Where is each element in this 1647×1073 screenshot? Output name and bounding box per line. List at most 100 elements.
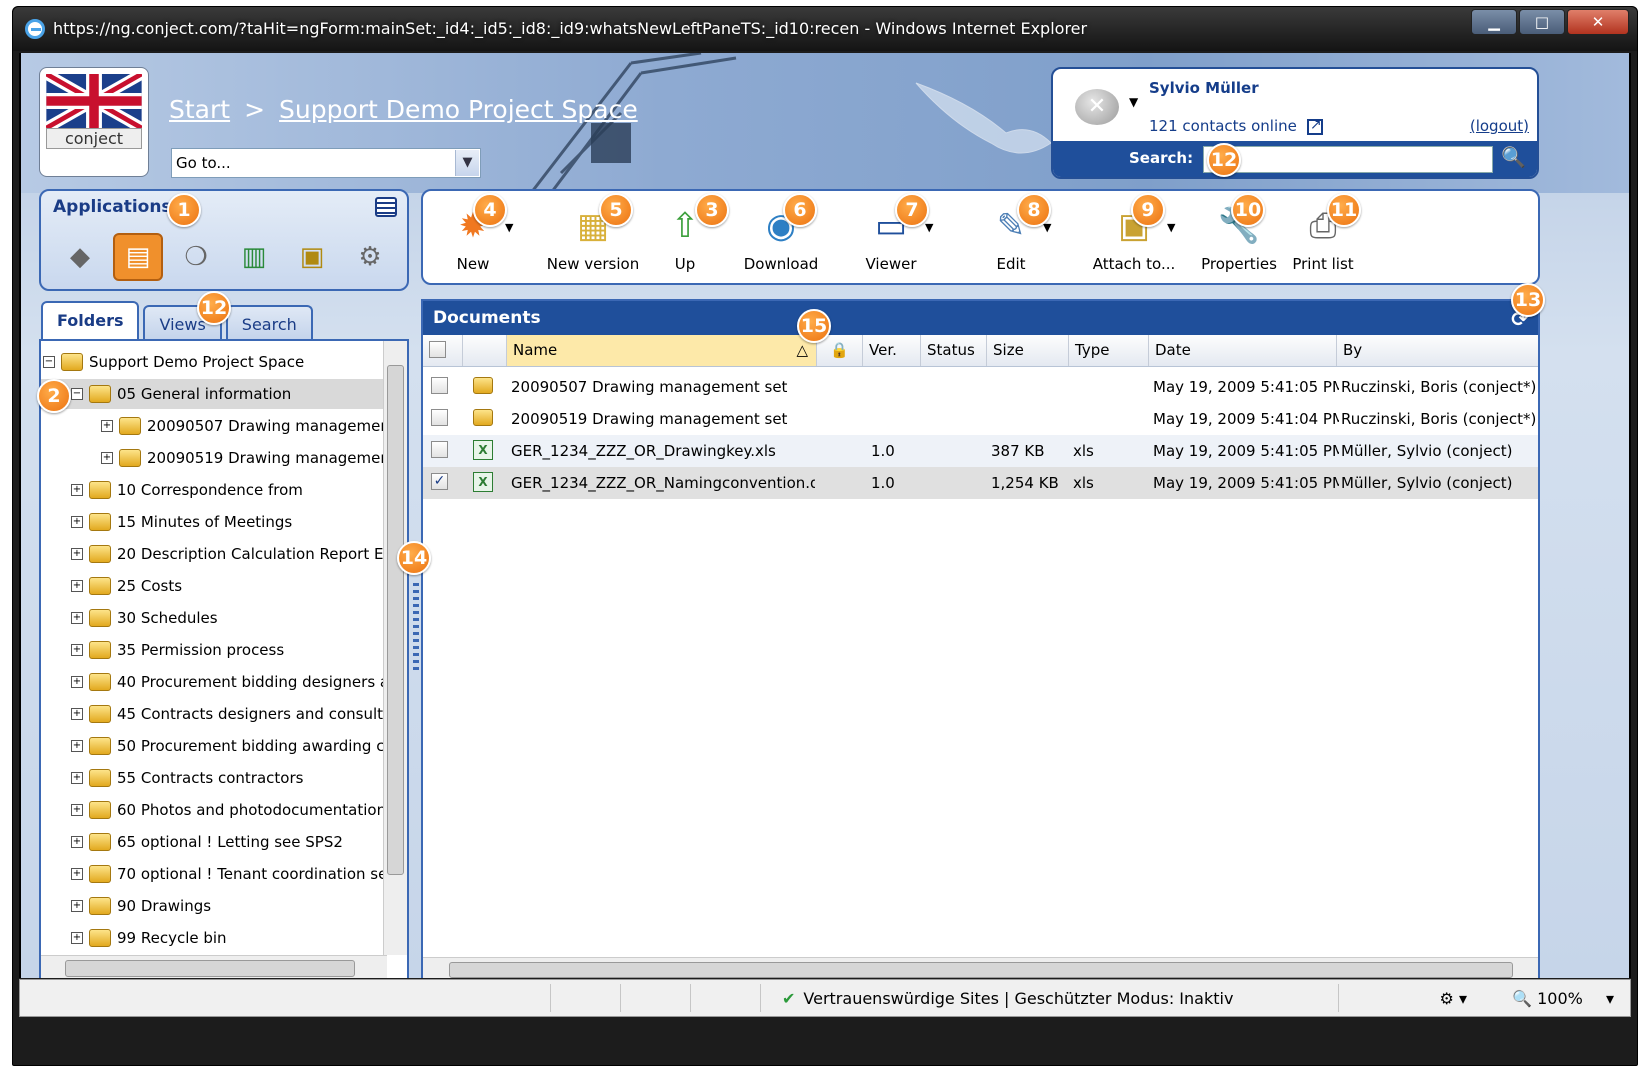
expand-icon[interactable]: + <box>71 900 83 912</box>
tree-item[interactable]: +20090519 Drawing management <box>101 443 385 473</box>
protected-mode-icon[interactable]: ⚙ ▾ <box>1440 989 1467 1008</box>
documents-horizontal-scrollbar[interactable] <box>423 957 1538 978</box>
search-icon[interactable]: 🔍 <box>1501 145 1526 169</box>
tree-item[interactable]: +45 Contracts designers and consulta <box>71 699 385 729</box>
badge-splitter: 14 <box>397 541 431 575</box>
frame-icon[interactable]: ▣ <box>287 233 337 281</box>
scroll-thumb[interactable] <box>387 365 404 875</box>
user-name[interactable]: Sylvio Müller <box>1149 79 1259 97</box>
tab-folders[interactable]: Folders <box>41 301 140 341</box>
doc-name[interactable]: GER_1234_ZZZ_OR_Drawingkey.xls <box>511 442 815 460</box>
conject-logo[interactable]: conject <box>39 67 149 177</box>
folder-icon <box>89 865 111 883</box>
tree-item-selected[interactable]: − 05 General information <box>41 379 383 409</box>
doc-name[interactable]: 20090507 Drawing management set <box>511 378 815 396</box>
table-row[interactable]: 20090507 Drawing management set May 19, … <box>423 371 1538 403</box>
chat-icon[interactable]: ❍ <box>171 233 221 281</box>
zoom-dropdown-icon[interactable]: ▾ <box>1606 989 1614 1008</box>
tree-item[interactable]: +99 Recycle bin <box>71 923 227 953</box>
menu-icon[interactable] <box>375 197 397 217</box>
tree-item[interactable]: +90 Drawings <box>71 891 211 921</box>
column-header-by[interactable]: By <box>1337 335 1542 366</box>
expand-icon[interactable]: + <box>71 580 83 592</box>
security-zone[interactable]: ✔ Vertrauenswürdige Sites | Geschützter M… <box>782 989 1233 1008</box>
doc-name[interactable]: 20090519 Drawing management set <box>511 410 815 428</box>
attach-caret-icon[interactable]: ▼ <box>1167 221 1175 234</box>
column-header-name[interactable]: Name △ <box>507 335 817 366</box>
goto-select[interactable]: Go to... ▼ <box>171 148 481 178</box>
column-header-ver[interactable]: Ver. <box>863 335 921 366</box>
properties-label: Properties <box>1201 255 1277 273</box>
expand-icon[interactable]: + <box>71 932 83 944</box>
tree-item[interactable]: +70 optional ! Tenant coordination se <box>71 859 385 889</box>
expand-icon[interactable]: + <box>71 516 83 528</box>
column-header-type[interactable]: Type <box>1069 335 1149 366</box>
row-checkbox[interactable] <box>431 377 448 394</box>
expand-icon[interactable]: + <box>71 868 83 880</box>
collapse-icon[interactable]: − <box>43 356 55 368</box>
table-row[interactable]: X GER_1234_ZZZ_OR_Drawingkey.xls 1.0 387… <box>423 435 1538 467</box>
breadcrumb-project[interactable]: Support Demo Project Space <box>279 95 638 124</box>
tree-horizontal-scrollbar[interactable] <box>41 955 387 978</box>
eraser-icon[interactable]: ◆ <box>55 233 105 281</box>
expand-icon[interactable]: + <box>71 484 83 496</box>
tree-item[interactable]: +50 Procurement bidding awarding cc <box>71 731 385 761</box>
table-row[interactable]: ✓ X GER_1234_ZZZ_OR_Namingconvention.doc… <box>423 467 1538 499</box>
status-caret-icon[interactable]: ▼ <box>1129 95 1138 109</box>
tree-item[interactable]: +60 Photos and photodocumentation <box>71 795 385 825</box>
panel-splitter[interactable] <box>413 583 419 673</box>
expand-icon[interactable]: + <box>101 420 113 432</box>
minimize-button[interactable]: ▁ <box>1471 9 1517 35</box>
viewer-caret-icon[interactable]: ▼ <box>925 221 933 234</box>
tree-item[interactable]: +10 Correspondence from <box>71 475 303 505</box>
tab-search[interactable]: Search <box>225 305 313 341</box>
contacts-online-link[interactable]: 121 contacts online <box>1149 117 1323 135</box>
tree-item[interactable]: +30 Schedules <box>71 603 218 633</box>
tree-item[interactable]: +55 Contracts contractors <box>71 763 303 793</box>
row-checkbox[interactable] <box>431 441 448 458</box>
scroll-thumb[interactable] <box>65 960 355 977</box>
tree-vertical-scrollbar[interactable] <box>383 341 407 955</box>
expand-icon[interactable]: + <box>71 804 83 816</box>
new-caret-icon[interactable]: ▼ <box>505 221 513 234</box>
table-row[interactable]: 20090519 Drawing management set May 19, … <box>423 403 1538 435</box>
tree-item-root[interactable]: − Support Demo Project Space <box>43 347 304 377</box>
tree-item[interactable]: +35 Permission process <box>71 635 284 665</box>
tree-item[interactable]: +40 Procurement bidding designers a <box>71 667 385 697</box>
user-status-icon[interactable]: ✕ <box>1075 89 1119 125</box>
expand-icon[interactable]: + <box>71 740 83 752</box>
tree-item[interactable]: +20090507 Drawing management <box>101 411 385 441</box>
select-all-checkbox[interactable] <box>429 341 446 358</box>
column-header-status[interactable]: Status <box>921 335 987 366</box>
breadcrumb-start[interactable]: Start <box>169 95 230 124</box>
expand-icon[interactable]: + <box>71 836 83 848</box>
expand-icon[interactable]: + <box>71 548 83 560</box>
documents-icon[interactable]: ▤ <box>113 233 163 281</box>
expand-icon[interactable]: + <box>101 452 113 464</box>
row-checkbox-checked[interactable]: ✓ <box>431 473 448 490</box>
external-link-icon[interactable] <box>1306 117 1323 135</box>
maximize-button[interactable]: □ <box>1519 9 1565 35</box>
tree-item[interactable]: +65 optional ! Letting see SPS2 <box>71 827 343 857</box>
expand-icon[interactable]: + <box>71 772 83 784</box>
column-header-date[interactable]: Date <box>1149 335 1337 366</box>
tree-item[interactable]: +25 Costs <box>71 571 182 601</box>
doc-name[interactable]: GER_1234_ZZZ_OR_Namingconvention.doc <box>511 474 815 492</box>
scroll-thumb[interactable] <box>449 962 1513 978</box>
zoom-control[interactable]: ⚙ ▾ 🔍 100% ▾ <box>1440 989 1614 1008</box>
column-header-size[interactable]: Size <box>987 335 1069 366</box>
expand-icon[interactable]: + <box>71 676 83 688</box>
expand-icon[interactable]: + <box>71 644 83 656</box>
row-checkbox[interactable] <box>431 409 448 426</box>
logout-link[interactable]: (logout) <box>1470 117 1529 135</box>
close-button[interactable]: ✕ <box>1567 9 1629 35</box>
settings-icon[interactable]: ⚙ <box>345 233 395 281</box>
chart-icon[interactable]: ▥ <box>229 233 279 281</box>
search-input[interactable] <box>1203 146 1493 173</box>
expand-icon[interactable]: + <box>71 708 83 720</box>
expand-icon[interactable]: + <box>71 612 83 624</box>
collapse-icon[interactable]: − <box>71 388 83 400</box>
chevron-down-icon[interactable]: ▼ <box>455 150 479 176</box>
tree-item[interactable]: +15 Minutes of Meetings <box>71 507 292 537</box>
tree-item[interactable]: +20 Description Calculation Report Ex <box>71 539 385 569</box>
